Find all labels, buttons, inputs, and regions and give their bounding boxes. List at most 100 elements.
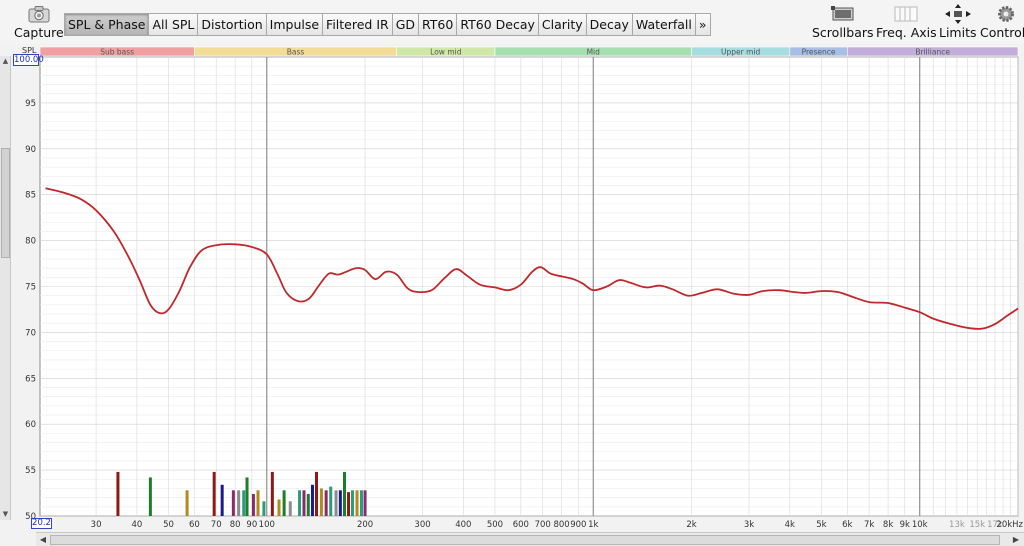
peak-marker xyxy=(342,471,346,516)
y-tick-label: 70 xyxy=(25,328,36,338)
x-min-field[interactable]: 20.2 xyxy=(31,518,52,529)
tab-waterfall[interactable]: Waterfall xyxy=(633,14,696,35)
x-tick-label: 80 xyxy=(230,520,241,530)
band-label: Sub bass xyxy=(100,48,134,57)
tab-distortion[interactable]: Distortion xyxy=(198,14,267,35)
x-tick-label: 50 xyxy=(163,520,174,530)
tab-rt60-decay[interactable]: RT60 Decay xyxy=(457,14,539,35)
y-tick-label: 80 xyxy=(25,237,36,247)
peak-marker xyxy=(314,471,318,516)
x-tick-label: 8k xyxy=(883,520,893,530)
peak-marker xyxy=(270,471,274,516)
peak-marker xyxy=(245,477,249,516)
y-tick-label: 75 xyxy=(25,283,36,293)
gear-icon xyxy=(997,4,1015,24)
peak-marker xyxy=(363,490,367,516)
freq-axis-icon xyxy=(893,4,919,24)
x-tick-label: 70 xyxy=(211,520,222,530)
x-tick-label: 300 xyxy=(414,520,430,530)
y-tick-label: 95 xyxy=(25,99,36,109)
tab-gd[interactable]: GD xyxy=(393,14,420,35)
peak-marker xyxy=(212,471,216,516)
rew-window: Capture SPL & Phase All SPL Distortion Impu… xyxy=(0,0,1024,546)
scroll-right-icon[interactable]: ▶ xyxy=(1010,534,1022,546)
limits-icon xyxy=(944,4,971,24)
x-tick-label: 4k xyxy=(785,520,795,530)
y-tick-label: 55 xyxy=(25,466,36,476)
y-tick-label: 60 xyxy=(25,420,36,430)
horizontal-scroll-thumb[interactable] xyxy=(50,535,1000,545)
x-tick-label: 1k xyxy=(588,520,598,530)
limits-label: Limits xyxy=(939,25,977,40)
x-tick-label: 100 xyxy=(259,520,275,530)
freq-axis-button[interactable]: Freq. Axis xyxy=(876,4,937,40)
tab-impulse[interactable]: Impulse xyxy=(267,14,324,35)
peak-marker xyxy=(185,490,189,516)
peak-marker xyxy=(256,490,260,516)
x-tick-label: 700 xyxy=(535,520,551,530)
capture-label: Capture xyxy=(14,25,64,40)
tab-clarity[interactable]: Clarity xyxy=(539,14,587,35)
x-tick-label: 2k xyxy=(686,520,696,530)
x-tick-label: 20kHz xyxy=(996,520,1023,530)
x-tick-label: 10k xyxy=(912,520,928,530)
peak-marker xyxy=(324,490,328,516)
band-label: Brilliance xyxy=(915,48,950,57)
y-tick-label: 85 xyxy=(25,191,36,201)
band-label: Upper mid xyxy=(721,48,760,57)
tab-filtered-ir[interactable]: Filtered IR xyxy=(323,14,393,35)
x-tick-label: 9k xyxy=(900,520,910,530)
y-tick-label: 65 xyxy=(25,374,36,384)
x-tick-label: 90 xyxy=(246,520,257,530)
peak-marker xyxy=(262,501,266,516)
spl-chart[interactable]: Sub bass Bass Low mid Mid Upper mid Presence B… xyxy=(0,44,1024,532)
x-tick-label: 5k xyxy=(816,520,826,530)
peak-marker xyxy=(302,490,306,516)
toolbar: Capture SPL & Phase All SPL Distortion Impu… xyxy=(0,0,1024,44)
scrollbars-button[interactable]: Scrollbars xyxy=(812,4,874,40)
freq-axis-label: Freq. Axis xyxy=(876,25,937,40)
x-tick-label: 40 xyxy=(131,520,142,530)
peak-marker xyxy=(334,490,338,516)
peak-marker xyxy=(355,490,359,516)
peak-marker xyxy=(277,499,281,516)
band-label: Presence xyxy=(802,48,836,57)
peak-marker xyxy=(347,492,351,516)
peak-marker xyxy=(116,471,120,516)
tab-decay[interactable]: Decay xyxy=(587,14,633,35)
tab-rt60[interactable]: RT60 xyxy=(419,14,458,35)
peak-marker xyxy=(338,490,342,516)
band-label: Low mid xyxy=(430,48,462,57)
x-tick-label: 600 xyxy=(513,520,529,530)
scroll-left-icon[interactable]: ◀ xyxy=(37,534,49,546)
more-tabs-button[interactable]: » xyxy=(696,14,710,35)
peak-marker xyxy=(282,490,286,516)
horizontal-scrollbar[interactable]: ◀ ▶ xyxy=(36,532,1024,546)
peak-marker xyxy=(251,493,255,516)
x-tick-label: 400 xyxy=(455,520,471,530)
peak-marker xyxy=(148,477,152,516)
peak-marker xyxy=(288,501,292,516)
limits-button[interactable]: Limits xyxy=(939,4,977,40)
view-tabs: SPL & Phase All SPL Distortion Impulse Filte… xyxy=(64,13,711,36)
x-tick-label: 200 xyxy=(357,520,373,530)
scrollbars-icon xyxy=(830,4,856,24)
x-tick-label: 13k xyxy=(949,520,965,530)
peak-marker xyxy=(242,490,246,516)
x-tick-label: 15k xyxy=(969,520,985,530)
peak-marker xyxy=(350,490,354,516)
capture-button[interactable]: Capture xyxy=(14,4,64,40)
x-tick-label: 800 xyxy=(553,520,569,530)
x-tick-label: 30 xyxy=(91,520,102,530)
peak-marker xyxy=(359,490,363,516)
controls-button[interactable]: Controls xyxy=(980,4,1024,40)
peak-marker xyxy=(329,486,333,516)
camera-icon xyxy=(28,4,50,24)
band-label: Mid xyxy=(587,48,601,57)
tab-spl-phase[interactable]: SPL & Phase xyxy=(65,14,150,35)
x-tick-label: 60 xyxy=(189,520,200,530)
tab-all-spl[interactable]: All SPL xyxy=(149,14,199,35)
y-max-field[interactable]: 100.00 xyxy=(13,54,44,66)
peak-marker xyxy=(310,484,314,516)
x-tick-label: 6k xyxy=(842,520,852,530)
